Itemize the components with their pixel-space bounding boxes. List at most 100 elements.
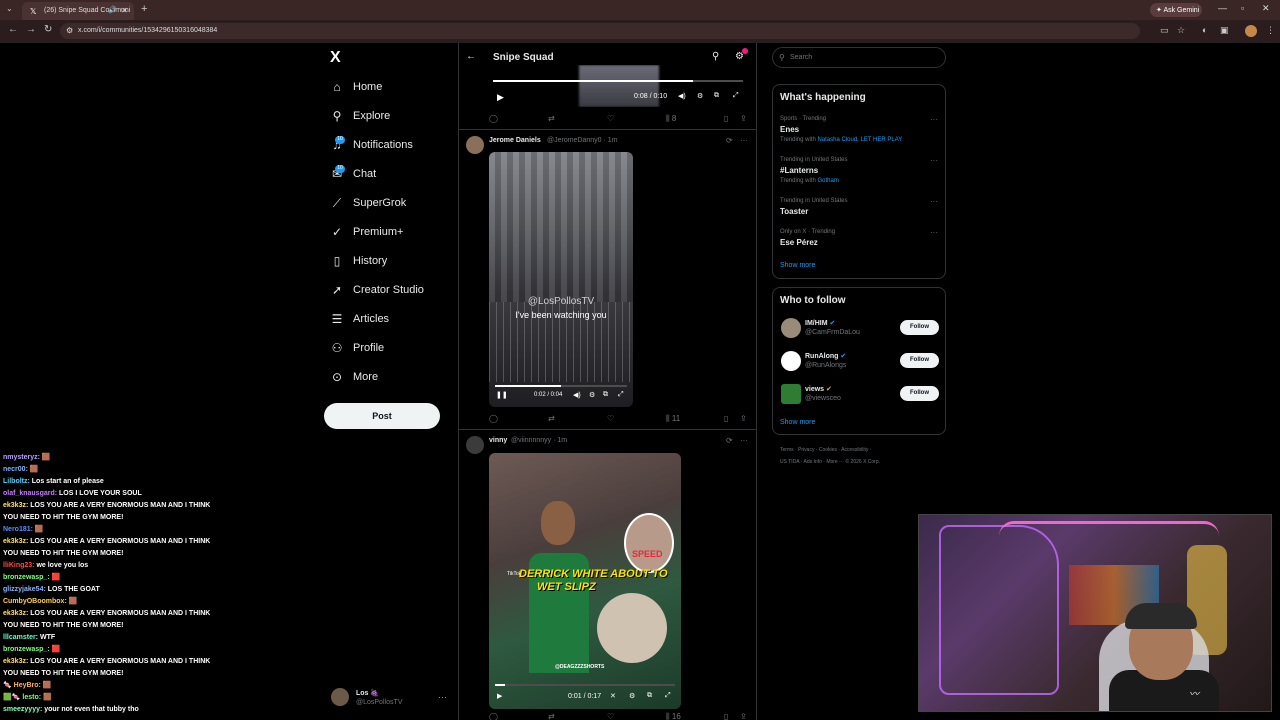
play-icon[interactable]: ▶ <box>497 92 504 103</box>
suggested-avatar[interactable] <box>781 384 801 404</box>
grok-post-icon[interactable]: ⟳ <box>726 136 733 145</box>
bookmark-star-icon[interactable]: ☆ <box>1177 25 1185 36</box>
suggested-name[interactable]: IM/HIM ✔ <box>805 319 835 327</box>
show-more-link[interactable]: Show more <box>780 419 815 426</box>
share-icon[interactable]: ⇪ <box>740 414 747 423</box>
trend-menu-icon[interactable]: ··· <box>930 197 938 206</box>
chrome-menu-icon[interactable]: ⋮ <box>1266 25 1275 36</box>
bookmark-icon[interactable]: ▯ <box>724 414 728 423</box>
like-icon[interactable]: ♡ <box>607 414 614 423</box>
fullscreen-icon[interactable]: ⤢ <box>665 692 671 700</box>
pip-icon[interactable]: ⧉ <box>603 391 608 399</box>
share-icon[interactable]: ⇪ <box>740 114 747 123</box>
views-icon[interactable]: ⫼ 16 <box>666 712 681 720</box>
nav-item-more[interactable]: ⊙ More <box>330 368 378 386</box>
footer-links[interactable]: US TIDA · Ads Info · More ··· © 2026 X C… <box>780 459 880 465</box>
top-video-player[interactable] <box>489 65 747 107</box>
like-icon[interactable]: ♡ <box>607 712 614 720</box>
volume-icon[interactable]: ◀) <box>573 391 581 399</box>
post-video[interactable]: @LosPollosTV I've been watching you <box>489 152 633 407</box>
trend-context-link[interactable]: Natasha Cloud, LET HER PLAY <box>817 137 902 143</box>
views-icon[interactable]: ⫼ 8 <box>666 114 676 124</box>
video-progress[interactable] <box>495 385 627 387</box>
nav-item-supergrok[interactable]: ⟋ SuperGrok <box>330 194 406 212</box>
community-search-icon[interactable]: ⚲ <box>712 51 719 62</box>
extension-icon[interactable]: ◐ <box>1202 25 1207 35</box>
search-input[interactable]: ⚲ Search <box>772 47 946 68</box>
site-info-icon[interactable]: ⚙ <box>66 26 73 35</box>
bookmark-icon[interactable]: ▯ <box>724 712 728 720</box>
pip-icon[interactable]: ⧉ <box>714 92 719 100</box>
address-bar[interactable]: ⚙ x.com/i/communities/153429615031604838… <box>60 23 1140 39</box>
nav-item-history[interactable]: ▯ History <box>330 252 388 270</box>
settings-icon[interactable]: ⚙ <box>697 92 703 100</box>
back-arrow-icon[interactable]: ← <box>466 51 476 62</box>
nav-item-articles[interactable]: ☰ Articles <box>330 310 389 328</box>
pause-icon[interactable]: ❚❚ <box>496 391 508 399</box>
puzzle-icon[interactable]: ▣ <box>1220 25 1229 36</box>
pip-icon[interactable]: ⧉ <box>647 692 652 700</box>
settings-icon[interactable]: ⚙ <box>589 391 595 399</box>
trend-name[interactable]: Toaster <box>780 207 808 216</box>
bookmark-icon[interactable]: ▯ <box>724 114 728 123</box>
reply-icon[interactable]: ◯ <box>489 414 498 423</box>
trend-menu-icon[interactable]: ··· <box>930 228 938 237</box>
cast-icon[interactable]: ▭ <box>1160 25 1169 36</box>
reply-icon[interactable]: ◯ <box>489 712 498 720</box>
trend-name[interactable]: Ese Pérez <box>780 238 818 247</box>
post-menu-icon[interactable]: ··· <box>740 136 748 145</box>
follow-button[interactable]: Follow <box>900 320 939 335</box>
browser-tab[interactable]: 𝕏 (26) Snipe Squad Communi 🔊 ✕ <box>22 2 134 20</box>
trend-menu-icon[interactable]: ··· <box>930 115 938 124</box>
trend-menu-icon[interactable]: ··· <box>930 156 938 165</box>
video-progress[interactable] <box>495 684 675 686</box>
fullscreen-icon[interactable]: ⤢ <box>733 92 739 100</box>
grok-post-icon[interactable]: ⟳ <box>726 436 733 445</box>
repost-icon[interactable]: ⇄ <box>548 114 555 123</box>
nav-item-profile[interactable]: ⚇ Profile <box>330 339 385 357</box>
minimize-icon[interactable]: — <box>1218 3 1227 13</box>
show-more-link[interactable]: Show more <box>780 262 815 269</box>
author-avatar[interactable] <box>466 136 484 154</box>
trend-name[interactable]: #Lanterns <box>780 166 818 175</box>
volume-icon[interactable]: ◀) <box>678 92 686 100</box>
nav-item-creator-studio[interactable]: ➚ Creator Studio <box>330 281 424 299</box>
author-avatar[interactable] <box>466 436 484 454</box>
account-name[interactable]: Los 🍇 <box>356 689 379 697</box>
top-video-progress[interactable] <box>493 80 743 82</box>
new-tab-button[interactable]: + <box>141 3 147 15</box>
repost-icon[interactable]: ⇄ <box>548 414 555 423</box>
account-menu-icon[interactable]: ··· <box>438 692 447 702</box>
account-avatar[interactable] <box>331 688 349 706</box>
suggested-avatar[interactable] <box>781 351 801 371</box>
nav-item-home[interactable]: ⌂ Home <box>330 78 382 96</box>
ask-gemini-button[interactable]: ✦ Ask Gemini <box>1150 3 1202 17</box>
views-icon[interactable]: ⫼ 11 <box>666 414 680 424</box>
suggested-name[interactable]: views ✔ <box>805 385 832 393</box>
back-icon[interactable]: ← <box>8 24 18 35</box>
maximize-icon[interactable]: ▫ <box>1241 3 1244 13</box>
play-icon[interactable]: ▶ <box>497 692 502 700</box>
suggested-avatar[interactable] <box>781 318 801 338</box>
follow-button[interactable]: Follow <box>900 386 939 401</box>
settings-icon[interactable]: ⚙ <box>629 692 635 700</box>
nav-item-premium[interactable]: ✓ Premium+ <box>330 223 403 241</box>
speaker-icon[interactable]: 🔊 <box>108 6 117 14</box>
post-menu-icon[interactable]: ··· <box>740 436 748 445</box>
fullscreen-icon[interactable]: ⤢ <box>618 391 624 399</box>
trend-context-link[interactable]: Gotham <box>817 178 838 184</box>
footer-links[interactable]: Terms · Privacy · Cookies · Accessibilit… <box>780 447 871 453</box>
x-logo[interactable]: X <box>330 49 341 67</box>
repost-icon[interactable]: ⇄ <box>548 712 555 720</box>
forward-icon[interactable]: → <box>26 24 36 35</box>
tab-search-icon[interactable]: ⌄ <box>6 4 13 13</box>
mute-icon[interactable]: ✕ <box>610 692 616 700</box>
suggested-name[interactable]: RunAlong ✔ <box>805 352 846 360</box>
post-button[interactable]: Post <box>324 403 440 429</box>
author-name[interactable]: Jerome Daniels <box>489 137 541 144</box>
like-icon[interactable]: ♡ <box>607 114 614 123</box>
reply-icon[interactable]: ◯ <box>489 114 498 123</box>
follow-button[interactable]: Follow <box>900 353 939 368</box>
profile-avatar[interactable] <box>1245 25 1257 37</box>
nav-item-explore[interactable]: ⚲ Explore <box>330 107 391 125</box>
